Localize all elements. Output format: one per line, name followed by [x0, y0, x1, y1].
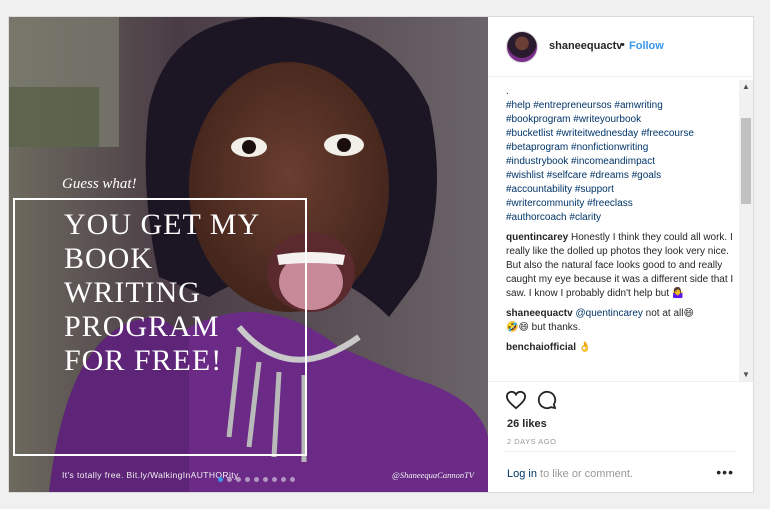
carousel-dot[interactable]: [281, 477, 286, 482]
post-image[interactable]: Guess what! You get my book writing prog…: [9, 17, 488, 492]
login-prompt-text: to like or comment.: [536, 468, 633, 480]
comment-emoji: 👌: [578, 342, 592, 353]
comment-emoji: 😄: [683, 308, 694, 319]
login-link[interactable]: Log in: [507, 468, 537, 480]
comment-text: but thanks.: [528, 322, 581, 333]
post-header: shaneequactv • Follow: [488, 17, 753, 77]
overlay-kicker: Guess what!: [62, 176, 137, 192]
comment-text: not at all: [642, 308, 684, 319]
overlay-headline: You get my book writing program for free…: [64, 208, 261, 377]
carousel-dot[interactable]: [227, 477, 232, 482]
carousel-dot[interactable]: [218, 477, 223, 482]
caption-first-line: .: [506, 86, 509, 97]
comments-list: . #help #entrepreneursos #amwriting #boo…: [506, 85, 737, 381]
comment-bubble-icon[interactable]: [537, 390, 557, 410]
caption-hashtags[interactable]: #help #entrepreneursos #amwriting #bookp…: [506, 99, 737, 225]
carousel-dot[interactable]: [272, 477, 277, 482]
carousel-dot[interactable]: [236, 477, 241, 482]
login-prompt: Log in to like or comment.: [507, 468, 633, 480]
heart-icon[interactable]: [505, 390, 527, 410]
comment-emoji: 🤣😄: [506, 322, 529, 333]
comment-mention[interactable]: @quentincarey: [575, 308, 642, 319]
carousel-dot[interactable]: [254, 477, 259, 482]
comment-emoji: 🤷‍♀️: [671, 288, 685, 299]
carousel-dot[interactable]: [290, 477, 295, 482]
carousel-indicator: [218, 477, 295, 482]
post-date: 2 DAYS AGO: [507, 437, 557, 446]
carousel-dot[interactable]: [245, 477, 250, 482]
overlay-footer-handle: @ShaneequaCannonTV: [392, 470, 474, 480]
comment-item: benchaiofficial 👌: [506, 341, 737, 355]
scrollbar-thumb[interactable]: [741, 118, 751, 204]
comment-username[interactable]: shaneequactv: [506, 308, 573, 319]
comment-item: quentincarey Honestly I think they could…: [506, 231, 737, 301]
comment-item: shaneequactv @quentincarey not at all😄 🤣…: [506, 307, 737, 335]
overlay-footer-link: It's totally free. Bit.ly/WalkingInAUTHO…: [62, 470, 239, 480]
avatar[interactable]: [506, 31, 538, 63]
post-sidebar: shaneequactv • Follow . #help #entrepren…: [488, 17, 753, 492]
comment-username[interactable]: quentincarey: [506, 232, 568, 243]
scroll-down-arrow-icon[interactable]: ▼: [739, 368, 753, 382]
follow-button[interactable]: Follow: [629, 40, 664, 52]
comments-scrollbar[interactable]: ▲ ▼: [739, 80, 753, 382]
scroll-up-arrow-icon[interactable]: ▲: [739, 80, 753, 94]
comment-login-row: Log in to like or comment. •••: [505, 451, 736, 493]
header-separator: •: [621, 39, 625, 51]
post-actions: 26 likes 2 DAYS AGO Log in to like or co…: [488, 381, 753, 492]
carousel-dot[interactable]: [263, 477, 268, 482]
instagram-post: Guess what! You get my book writing prog…: [8, 16, 754, 493]
more-options-icon[interactable]: •••: [716, 464, 734, 480]
username-link[interactable]: shaneequactv: [549, 40, 622, 52]
likes-count[interactable]: 26 likes: [507, 418, 547, 430]
comment-username[interactable]: benchaiofficial: [506, 342, 576, 353]
